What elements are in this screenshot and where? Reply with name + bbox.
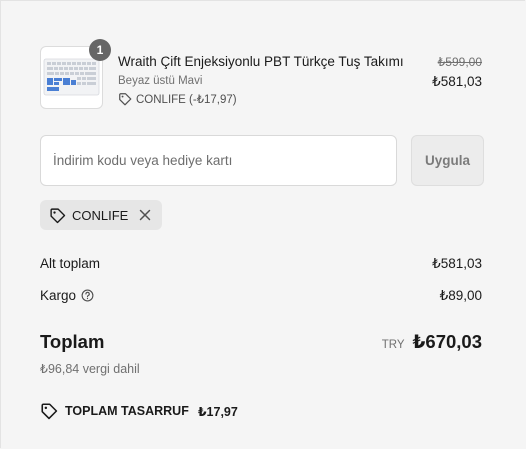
product-discount-label: CONLIFE (-₺17,97) [136,94,237,106]
remove-code-button[interactable] [138,208,152,222]
total-label: Toplam [40,331,105,352]
shipping-label-text: Kargo [40,288,77,303]
discount-code-input[interactable] [40,135,397,186]
total-amount-group: TRY ₺670,03 [382,331,482,353]
quantity-badge: 1 [89,39,111,61]
shipping-label: Kargo [40,288,94,303]
order-summary-panel: 1 Wraith Çift Enjeksiyonlu PBT Türkçe Tu… [0,0,525,448]
total-amount: ₺670,03 [412,331,482,352]
applied-discount-chip: CONLIFE [40,200,163,230]
apply-button[interactable]: Uygula [411,135,484,186]
line-price: ₺581,03 [432,74,482,89]
currency-code: TRY [381,339,405,351]
shipping-value: ₺89,00 [439,288,482,303]
subtotal-value: ₺581,03 [432,256,482,271]
tag-icon [118,92,132,106]
total-savings: TOPLAM TASARRUF ₺17,97 [40,402,238,420]
tag-icon [49,207,66,224]
savings-label: TOPLAM TASARRUF [65,404,189,418]
tag-icon [40,402,58,420]
product-discount: CONLIFE (-₺17,97) [118,92,237,106]
original-price: ₺599,00 [437,55,482,69]
close-icon [140,209,151,221]
applied-code-label: CONLIFE [72,207,129,223]
savings-value: ₺17,97 [197,404,238,419]
product-title: Wraith Çift Enjeksiyonlu PBT Türkçe Tuş … [118,54,404,69]
tax-note: ₺96,84 vergi dahil [40,362,140,376]
product-variant: Beyaz üstü Mavi [118,75,203,87]
subtotal-label: Alt toplam [40,256,100,271]
help-icon[interactable] [81,289,94,302]
subtotal-label-text: Alt toplam [40,256,101,271]
